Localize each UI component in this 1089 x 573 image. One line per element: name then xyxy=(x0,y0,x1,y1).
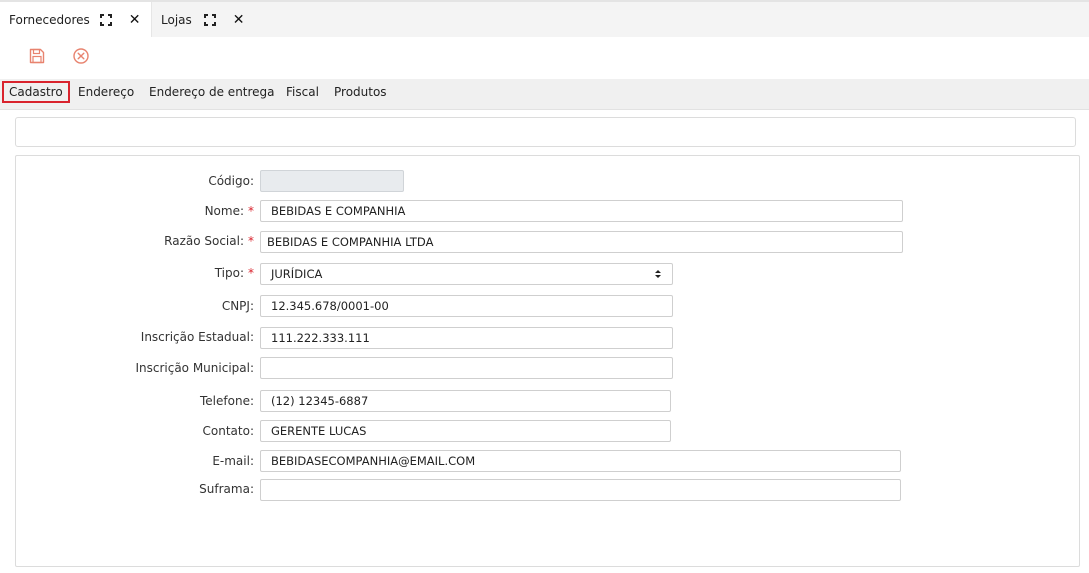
cnpj-field[interactable]: 12.345.678/0001-00 xyxy=(260,295,673,317)
tipo-select[interactable]: JURÍDICA xyxy=(260,263,673,285)
contato-field[interactable]: GERENTE LUCAS xyxy=(260,420,671,442)
form-subtabs: Cadastro Endereço Endereço de entrega Fi… xyxy=(0,79,1089,110)
telefone-label: Telefone: xyxy=(200,394,254,408)
expand-icon[interactable] xyxy=(99,13,112,26)
toolbar xyxy=(0,37,1089,79)
inscricao-estadual-label: Inscrição Estadual: xyxy=(140,330,254,344)
nome-field[interactable]: BEBIDAS E COMPANHIA xyxy=(260,200,903,222)
email-field[interactable]: BEBIDASECOMPANHIA@EMAIL.COM xyxy=(260,450,901,472)
window-tab-label: Lojas xyxy=(161,12,192,27)
save-button[interactable] xyxy=(28,47,46,65)
tab-cadastro[interactable]: Cadastro xyxy=(2,81,70,103)
cnpj-label: CNPJ: xyxy=(221,299,254,313)
tipo-selected-value: JURÍDICA xyxy=(271,267,323,281)
cancel-icon xyxy=(73,48,89,64)
inscricao-municipal-label: Inscrição Municipal: xyxy=(135,361,254,375)
expand-icon[interactable] xyxy=(203,13,216,26)
email-label: E-mail: xyxy=(212,454,254,468)
inscricao-estadual-field[interactable]: 111.222.333.111 xyxy=(260,327,673,349)
required-marker: * xyxy=(248,234,254,248)
cancel-button[interactable] xyxy=(72,47,90,65)
tab-produtos[interactable]: Produtos xyxy=(327,81,394,103)
save-icon xyxy=(29,48,45,64)
window-tab-fornecedores[interactable]: Fornecedores ✕ xyxy=(0,2,152,37)
tipo-label: Tipo: * xyxy=(214,266,254,280)
window-tab-lojas[interactable]: Lojas ✕ xyxy=(152,2,1089,37)
header-panel xyxy=(15,117,1076,147)
codigo-label: Código: xyxy=(208,174,254,188)
select-arrows-icon xyxy=(655,270,661,278)
close-icon[interactable]: ✕ xyxy=(129,13,141,27)
suframa-field[interactable] xyxy=(260,479,901,501)
tab-endereco[interactable]: Endereço xyxy=(71,81,141,103)
contato-label: Contato: xyxy=(202,424,254,438)
codigo-field xyxy=(260,170,404,192)
razao-social-field[interactable]: BEBIDAS E COMPANHIA LTDA xyxy=(260,231,903,253)
telefone-field[interactable]: (12) 12345-6887 xyxy=(260,390,671,412)
window-tab-label: Fornecedores xyxy=(9,12,90,27)
window-tab-strip: Fornecedores ✕ Lojas ✕ xyxy=(0,0,1089,37)
required-marker: * xyxy=(248,204,254,218)
razao-social-label: Razão Social: * xyxy=(164,234,254,248)
suframa-label: Suframa: xyxy=(199,482,254,496)
nome-label: Nome: * xyxy=(204,204,254,218)
inscricao-municipal-field[interactable] xyxy=(260,357,673,379)
required-marker: * xyxy=(248,266,254,280)
tab-endereco-entrega[interactable]: Endereço de entrega xyxy=(142,81,282,103)
close-icon[interactable]: ✕ xyxy=(233,13,245,27)
tab-fiscal[interactable]: Fiscal xyxy=(279,81,326,103)
